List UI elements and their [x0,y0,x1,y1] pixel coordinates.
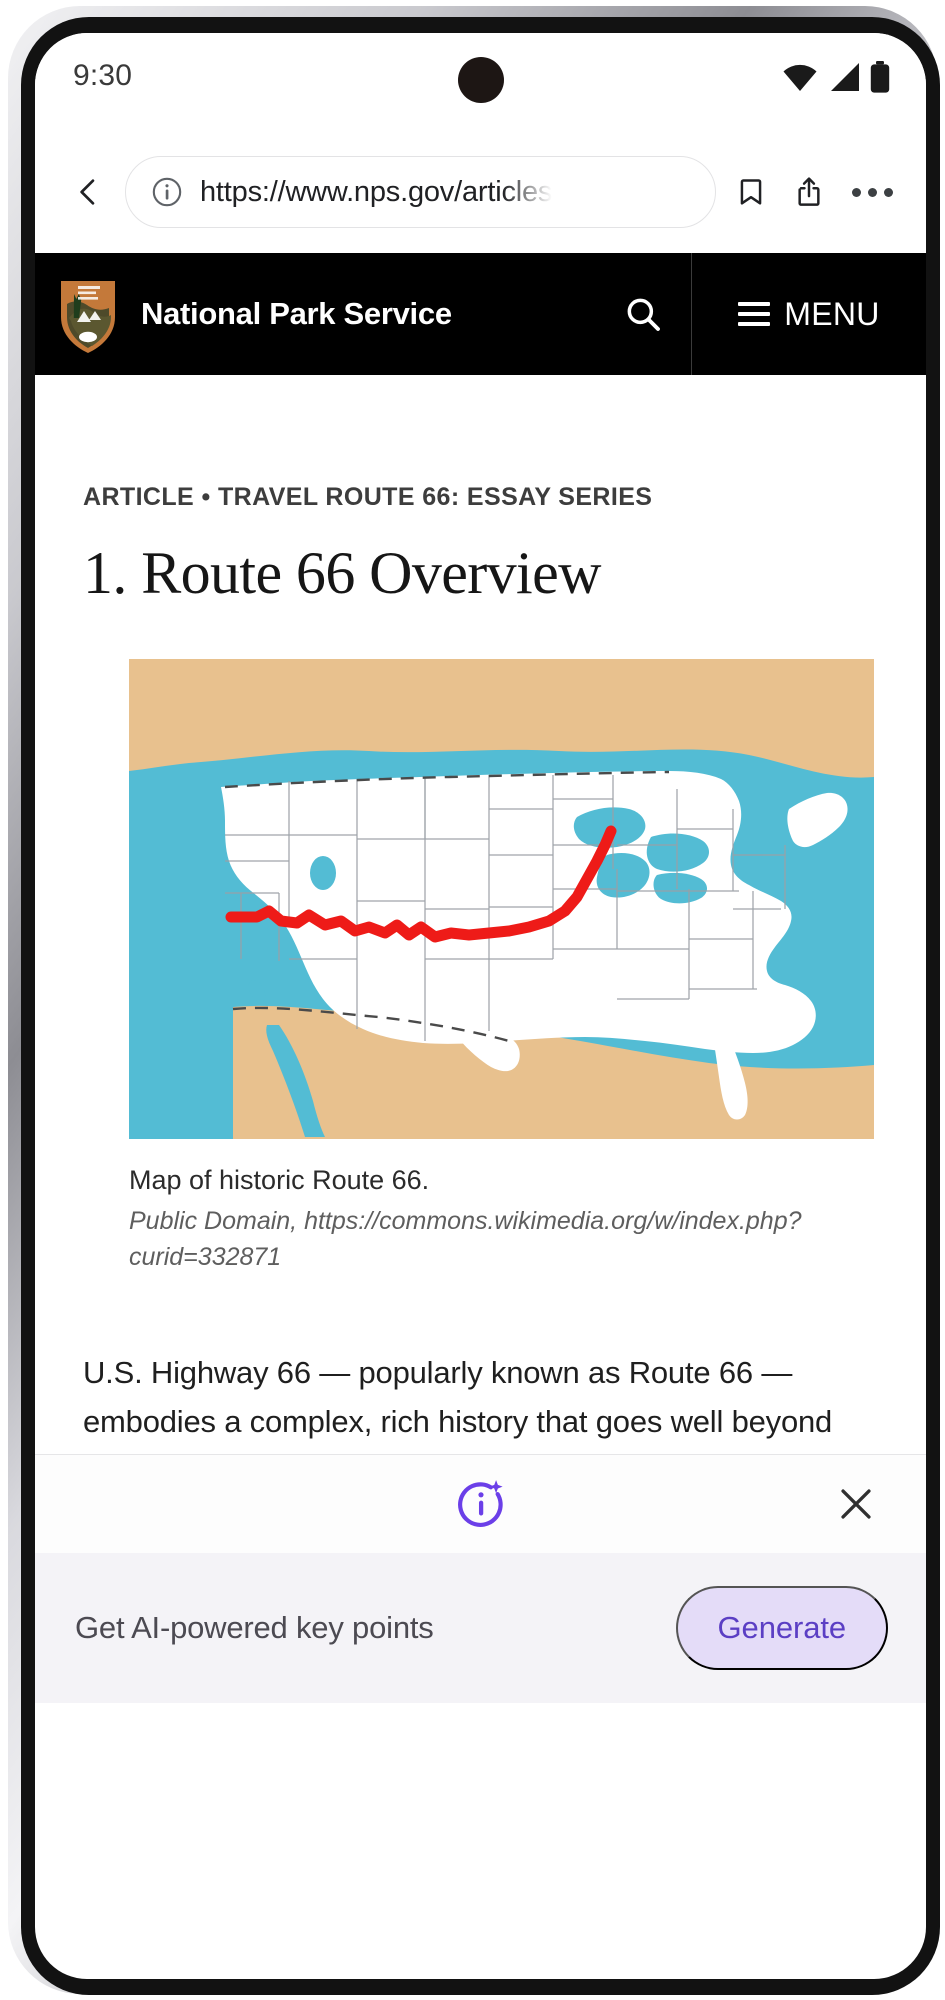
wifi-icon [783,64,817,91]
close-icon [841,1489,871,1519]
page-title: 1. Route 66 Overview [83,540,602,606]
ai-prompt-label: Get AI-powered key points [75,1610,434,1645]
phone-device-frame: 9:30 https://www.nps.gov/articles Nation… [8,6,940,1995]
article-figure: Map of historic Route 66. Public Domain,… [83,659,878,1275]
site-brand[interactable]: National Park Service [35,253,692,375]
ai-info-sparkle-icon [457,1480,503,1527]
figure-caption: Map of historic Route 66. [129,1165,430,1196]
phone-screen: 9:30 https://www.nps.gov/articles Nation… [35,33,926,1979]
status-bar-icons [782,61,890,93]
more-dot [851,187,861,197]
site-title: National Park Service [141,296,452,331]
site-header: National Park Service MENU [35,253,926,375]
status-bar: 9:30 [35,33,926,131]
browser-toolbar: https://www.nps.gov/articles [35,131,926,253]
bookmark-icon [740,179,762,205]
route-66-map-graphic [129,659,874,1140]
ai-summary-sheet: Get AI-powered key points Generate [35,1454,926,1703]
more-dot [867,187,877,197]
ai-action-row: Get AI-powered key points Generate [35,1553,926,1703]
info-circle-icon[interactable] [150,175,184,209]
share-icon [798,177,820,206]
site-search-button[interactable] [595,294,691,334]
nps-arrowhead-logo-icon [61,281,115,353]
generate-button[interactable]: Generate [675,1586,888,1670]
more-dot [883,187,893,197]
address-bar-url: https://www.nps.gov/articles [200,175,553,208]
article-kicker: ARTICLE • TRAVEL ROUTE 66: ESSAY SERIES [83,483,653,511]
close-ai-sheet-button[interactable] [828,1476,884,1532]
front-camera-punch-hole [457,57,504,103]
site-menu-button[interactable]: MENU [692,253,926,375]
address-bar[interactable]: https://www.nps.gov/articles [125,156,716,228]
map-of-united-states-with-route-66-highlighted-in-red[interactable] [129,659,874,1140]
bookmark-button[interactable] [722,163,780,221]
search-icon [627,298,660,331]
web-page-viewport: National Park Service MENU ARTICLE • TRA… [35,253,926,1703]
hamburger-menu-icon [738,302,771,326]
article: ARTICLE • TRAVEL ROUTE 66: ESSAY SERIES … [35,483,926,1275]
chevron-left-icon [80,179,95,205]
battery-icon [870,61,890,93]
site-menu-label: MENU [784,295,880,332]
figure-credit: Public Domain, https://commons.wikimedia… [129,1207,802,1271]
overflow-menu-button[interactable] [844,164,900,220]
cellular-signal-icon [831,63,859,91]
ai-sheet-header [35,1455,926,1553]
back-button[interactable] [57,161,119,223]
share-button[interactable] [780,163,838,221]
status-bar-clock: 9:30 [73,59,133,92]
